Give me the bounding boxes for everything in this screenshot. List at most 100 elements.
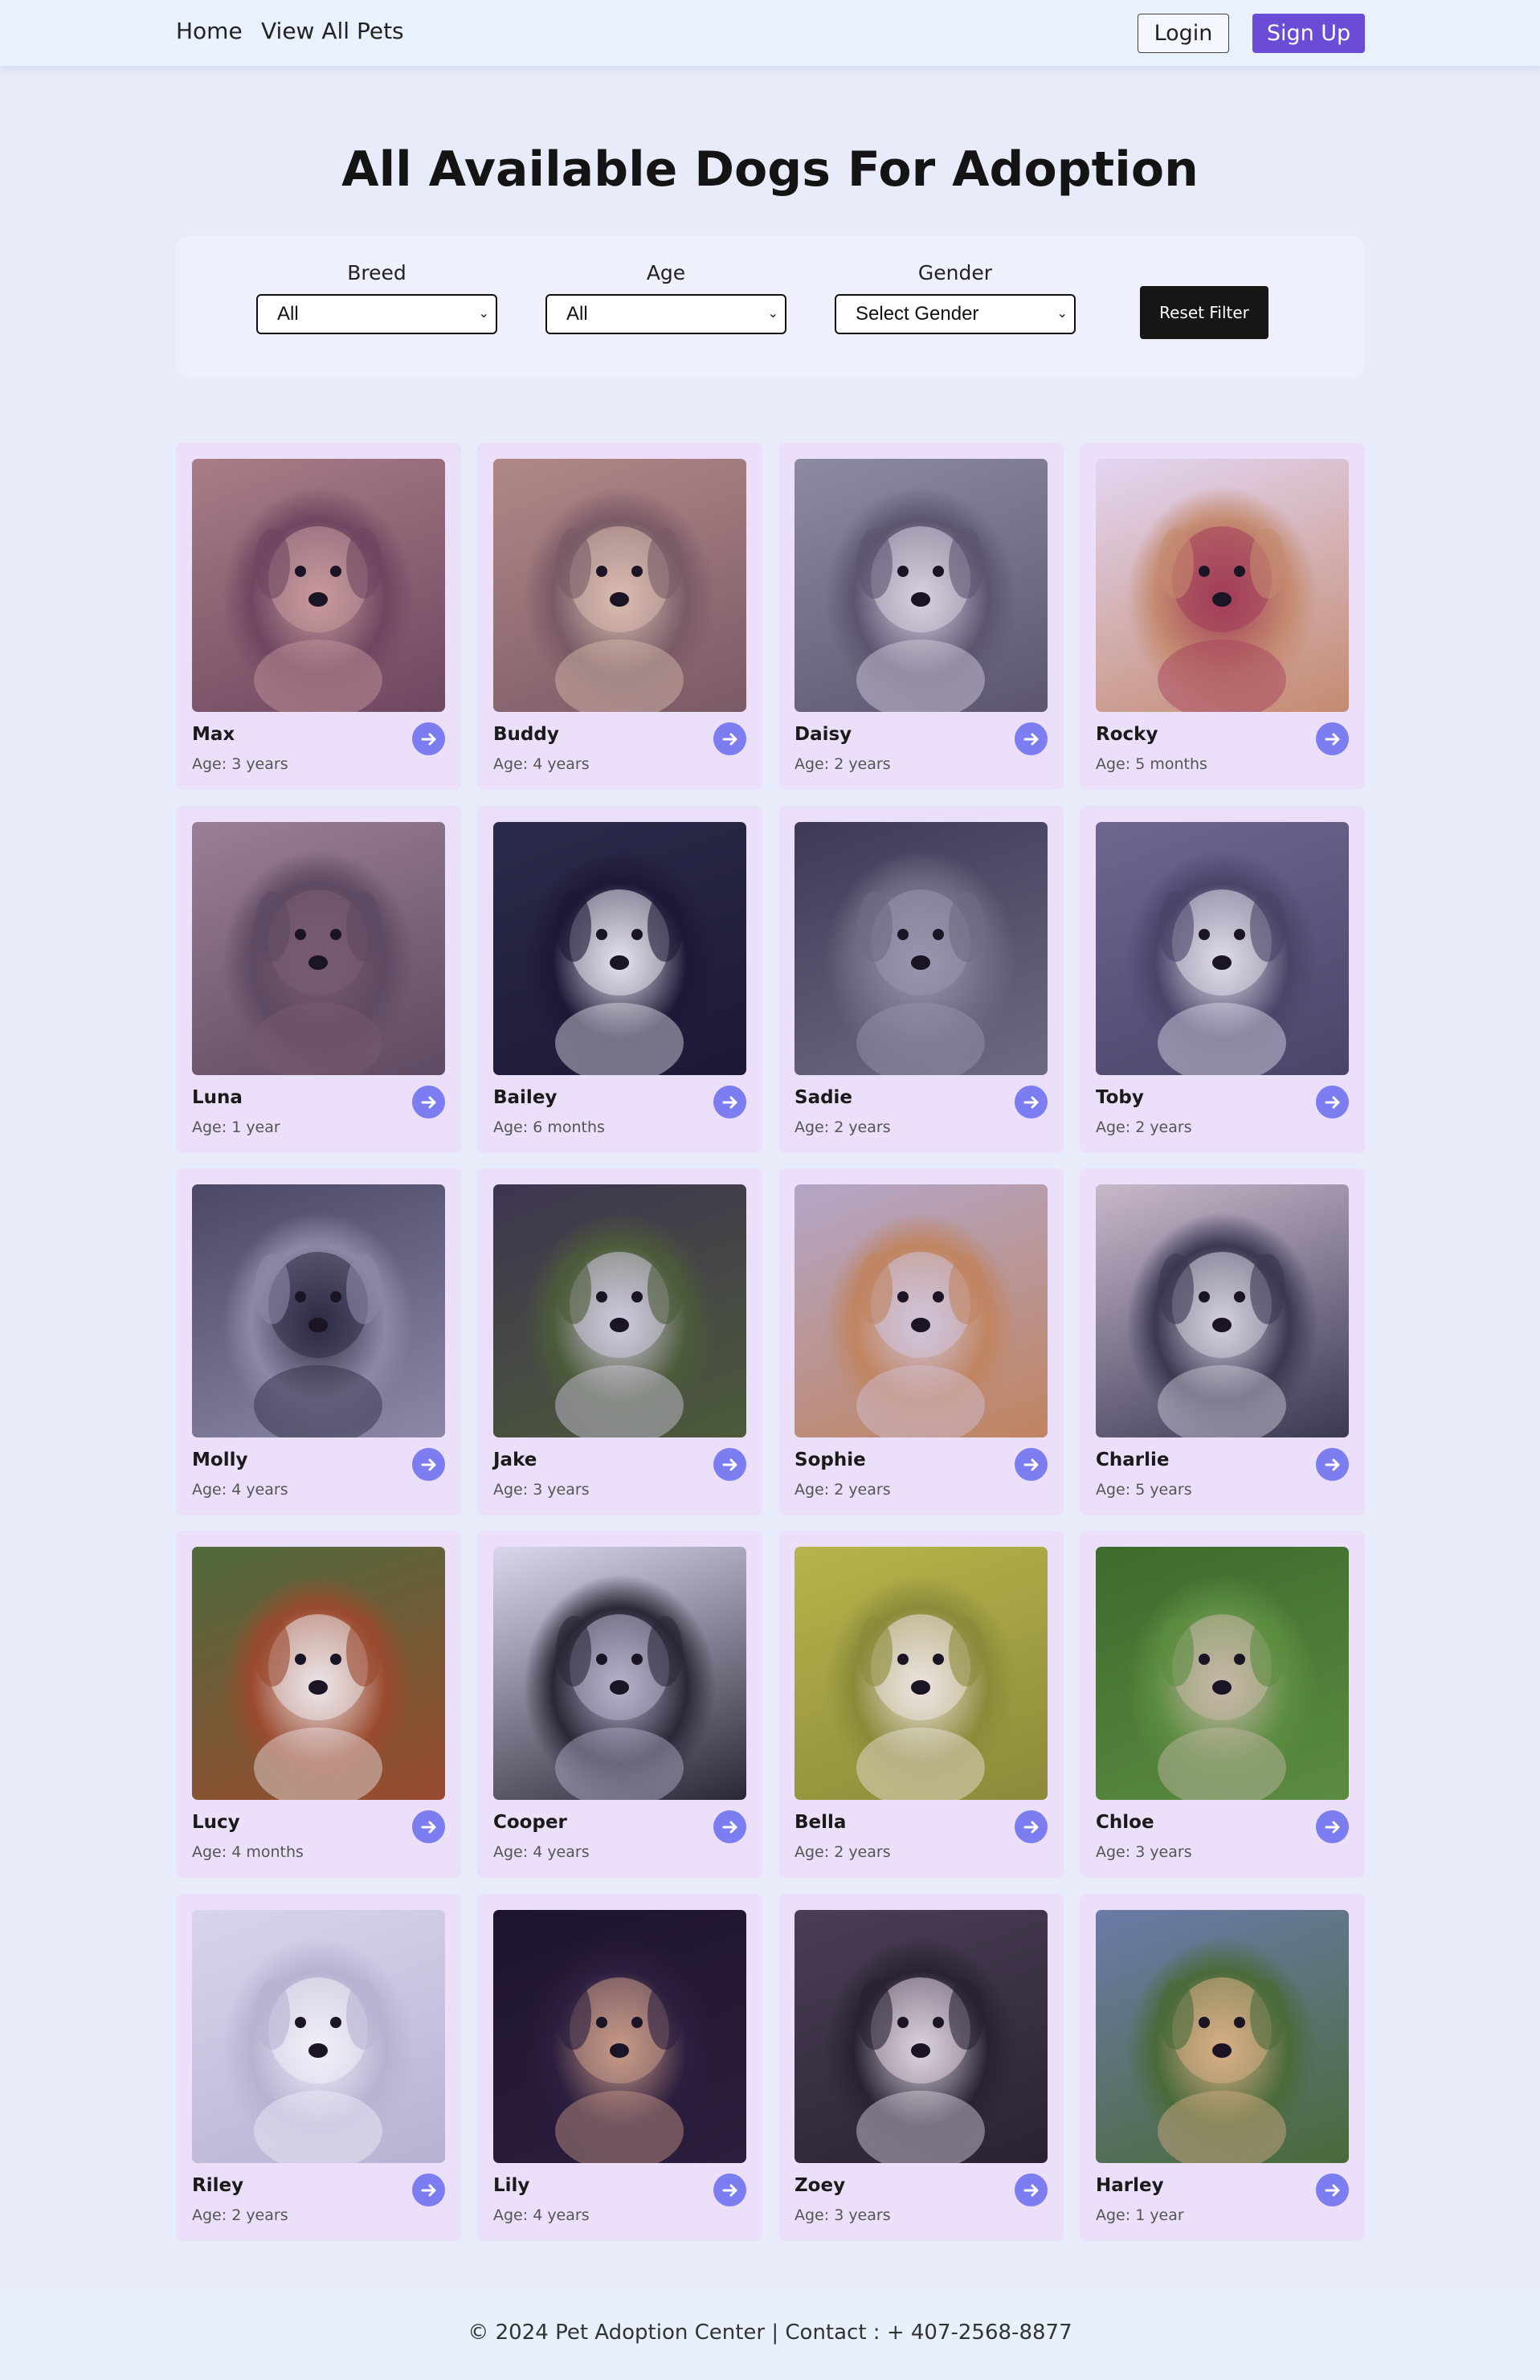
pet-photo[interactable] [192, 1184, 445, 1437]
pet-photo[interactable] [192, 459, 445, 712]
dog-silhouette-icon [555, 1977, 684, 2163]
arrow-right-icon[interactable] [713, 722, 746, 755]
dog-silhouette-icon [1158, 526, 1286, 712]
pet-photo[interactable] [192, 1547, 445, 1800]
arrow-right-icon[interactable] [412, 1810, 445, 1843]
pet-photo[interactable] [795, 1547, 1048, 1800]
footer-text: © 2024 Pet Adoption Center | Contact : +… [468, 2321, 1072, 2345]
pet-photo[interactable] [1096, 1547, 1349, 1800]
chevron-down-icon: ⌄ [478, 307, 489, 321]
gender-filter: Gender Select Gender ⌄ [835, 260, 1076, 334]
arrow-right-icon[interactable] [412, 1448, 445, 1481]
pet-card[interactable]: Bailey Age: 6 months [477, 806, 762, 1153]
pet-photo[interactable] [1096, 1184, 1349, 1437]
gender-select[interactable]: Select Gender ⌄ [835, 294, 1076, 334]
pet-name: Riley [192, 2175, 244, 2196]
pet-photo[interactable] [795, 1910, 1048, 2163]
pet-photo[interactable] [795, 1184, 1048, 1437]
login-button[interactable]: Login [1138, 14, 1229, 53]
pet-card[interactable]: Sophie Age: 2 years [778, 1168, 1064, 1515]
dog-silhouette-icon [1158, 1252, 1286, 1437]
arrow-right-icon[interactable] [412, 2173, 445, 2206]
pet-age: Age: 2 years [795, 755, 891, 773]
pet-age: Age: 2 years [192, 2206, 288, 2224]
pet-age: Age: 1 year [1096, 2206, 1184, 2224]
age-filter: Age All ⌄ [545, 260, 786, 334]
dog-silhouette-icon [856, 889, 985, 1075]
arrow-right-icon[interactable] [713, 2173, 746, 2206]
pet-age: Age: 4 months [192, 1843, 304, 1861]
arrow-right-icon[interactable] [713, 1810, 746, 1843]
pet-card[interactable]: Molly Age: 4 years [176, 1168, 461, 1515]
dog-silhouette-icon [254, 526, 382, 712]
arrow-right-icon[interactable] [1015, 2173, 1048, 2206]
pet-age: Age: 2 years [795, 1118, 891, 1136]
pet-age: Age: 1 year [192, 1118, 280, 1136]
pet-card[interactable]: Rocky Age: 5 months [1080, 443, 1365, 790]
chevron-down-icon: ⌄ [767, 307, 778, 321]
pet-card[interactable]: Bella Age: 2 years [778, 1531, 1064, 1878]
pet-card[interactable]: Jake Age: 3 years [477, 1168, 762, 1515]
pet-card[interactable]: Chloe Age: 3 years [1080, 1531, 1365, 1878]
pet-card[interactable]: Zoey Age: 3 years [778, 1894, 1064, 2241]
pet-age: Age: 4 years [493, 1843, 590, 1861]
dog-silhouette-icon [254, 1614, 382, 1800]
filter-panel: Breed All ⌄ Age All ⌄ Gender Select Gend… [176, 236, 1365, 378]
pet-card[interactable]: Luna Age: 1 year [176, 806, 461, 1153]
dog-silhouette-icon [856, 1977, 985, 2163]
arrow-right-icon[interactable] [713, 1448, 746, 1481]
pet-name: Sophie [795, 1450, 866, 1470]
pet-photo[interactable] [192, 1910, 445, 2163]
arrow-right-icon[interactable] [1015, 1448, 1048, 1481]
arrow-right-icon[interactable] [1316, 1086, 1349, 1118]
pet-age: Age: 6 months [493, 1118, 605, 1136]
age-select[interactable]: All ⌄ [545, 294, 786, 334]
breed-select[interactable]: All ⌄ [256, 294, 497, 334]
pet-card[interactable]: Cooper Age: 4 years [477, 1531, 762, 1878]
pet-card[interactable]: Charlie Age: 5 years [1080, 1168, 1365, 1515]
nav-home-link[interactable]: Home [176, 18, 243, 44]
pet-card[interactable]: Lily Age: 4 years [477, 1894, 762, 2241]
pet-photo[interactable] [1096, 822, 1349, 1075]
dog-silhouette-icon [856, 1614, 985, 1800]
pet-photo[interactable] [493, 822, 746, 1075]
pet-photo[interactable] [493, 1910, 746, 2163]
pet-name: Buddy [493, 724, 559, 745]
nav-view-all-pets-link[interactable]: View All Pets [261, 18, 404, 44]
pet-photo[interactable] [795, 822, 1048, 1075]
dog-silhouette-icon [1158, 889, 1286, 1075]
pet-photo[interactable] [493, 1184, 746, 1437]
breed-label: Breed [347, 261, 406, 284]
arrow-right-icon[interactable] [1316, 1810, 1349, 1843]
pet-card[interactable]: Riley Age: 2 years [176, 1894, 461, 2241]
sign-up-button[interactable]: Sign Up [1252, 14, 1365, 53]
pet-photo[interactable] [493, 459, 746, 712]
reset-filter-button[interactable]: Reset Filter [1140, 286, 1268, 339]
pet-age: Age: 4 years [493, 2206, 590, 2224]
arrow-right-icon[interactable] [1316, 722, 1349, 755]
arrow-right-icon[interactable] [1316, 1448, 1349, 1481]
pet-card[interactable]: Lucy Age: 4 months [176, 1531, 461, 1878]
arrow-right-icon[interactable] [1316, 2173, 1349, 2206]
pet-card[interactable]: Sadie Age: 2 years [778, 806, 1064, 1153]
arrow-right-icon[interactable] [1015, 722, 1048, 755]
pet-card[interactable]: Buddy Age: 4 years [477, 443, 762, 790]
pet-card[interactable]: Max Age: 3 years [176, 443, 461, 790]
arrow-right-icon[interactable] [713, 1086, 746, 1118]
pet-name: Max [192, 724, 235, 745]
pet-photo[interactable] [493, 1547, 746, 1800]
pet-card[interactable]: Toby Age: 2 years [1080, 806, 1365, 1153]
pet-photo[interactable] [1096, 459, 1349, 712]
arrow-right-icon[interactable] [1015, 1086, 1048, 1118]
arrow-right-icon[interactable] [1015, 1810, 1048, 1843]
arrow-right-icon[interactable] [412, 1086, 445, 1118]
breed-select-value: All [277, 303, 299, 325]
pet-card[interactable]: Daisy Age: 2 years [778, 443, 1064, 790]
pet-age: Age: 4 years [493, 755, 590, 773]
pet-photo[interactable] [1096, 1910, 1349, 2163]
pet-photo[interactable] [192, 822, 445, 1075]
arrow-right-icon[interactable] [412, 722, 445, 755]
pet-age: Age: 2 years [1096, 1118, 1192, 1136]
pet-photo[interactable] [795, 459, 1048, 712]
pet-card[interactable]: Harley Age: 1 year [1080, 1894, 1365, 2241]
